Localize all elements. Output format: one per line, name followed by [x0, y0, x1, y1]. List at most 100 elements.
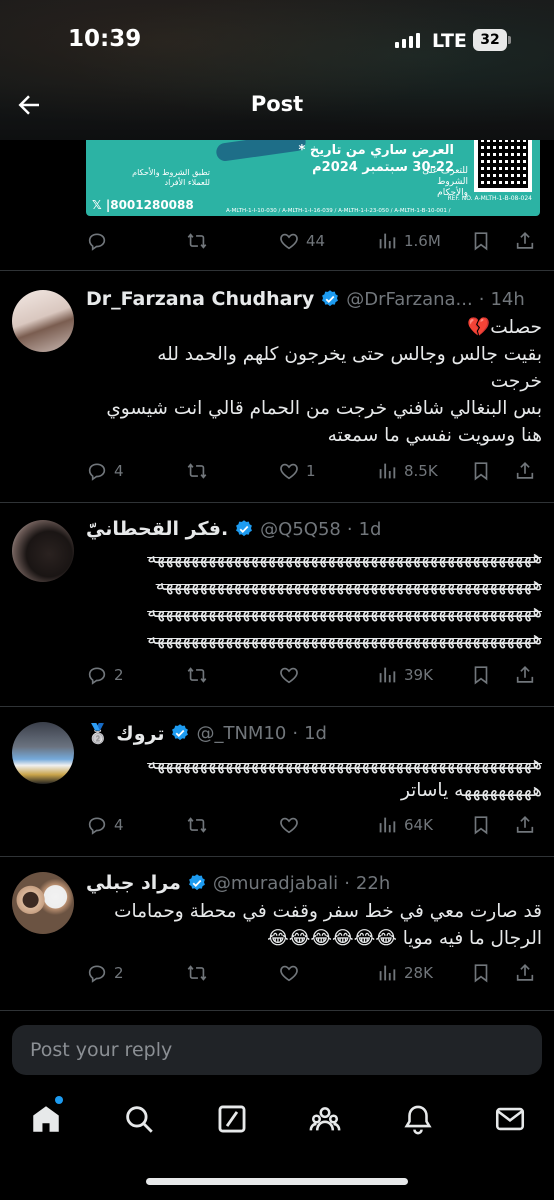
like-button[interactable]: 44	[278, 230, 325, 252]
tweet-time: 1d	[304, 722, 327, 744]
heart-icon	[280, 817, 298, 834]
share-button[interactable]	[514, 962, 536, 984]
heart-icon	[280, 667, 298, 684]
tweet-line: هههههههههههههههههههههههههههههههههههههههه…	[155, 574, 542, 595]
avatar[interactable]	[12, 872, 74, 934]
reply-button[interactable]	[86, 230, 114, 252]
reply-button[interactable]: 2	[86, 962, 124, 984]
verified-badge-icon	[172, 724, 189, 741]
author-handle: @_TNM10	[196, 722, 287, 744]
share-icon	[516, 462, 534, 479]
like-button[interactable]	[278, 962, 306, 984]
reply-count: 2	[114, 666, 124, 684]
bookmark-icon	[474, 816, 488, 835]
views-icon	[379, 463, 396, 479]
notifications-icon[interactable]	[401, 1102, 435, 1136]
status-time: 10:39	[68, 26, 142, 52]
signal-icon	[395, 32, 420, 48]
repost-icon	[187, 965, 207, 981]
author-handle: @muradjabali	[212, 872, 339, 894]
reply-icon	[88, 233, 106, 251]
avatar[interactable]	[12, 722, 74, 784]
tweet-line: خرجت	[490, 371, 542, 392]
tweet-time: 1d	[358, 518, 382, 540]
like-button[interactable]: 1	[278, 460, 316, 482]
views-button[interactable]: 1.6M	[376, 230, 441, 252]
repost-button[interactable]	[186, 460, 214, 482]
promo-reg-line: A-MLTH-1-I-10-030 / A-MLTH-1-I-16-039 / …	[226, 208, 451, 214]
tweet-line: هههههههههههههههههههههههههههههههههههههههه…	[147, 753, 542, 774]
tweet-text: هههههههههههههههههههههههههههههههههههههههه…	[86, 750, 542, 804]
network-label: LTE	[432, 30, 467, 52]
repost-button[interactable]	[186, 814, 214, 836]
reply-input[interactable]: Post your reply	[12, 1025, 542, 1075]
bookmark-button[interactable]	[470, 230, 492, 252]
author-name[interactable]: Dr_Farzana Chudhary	[86, 288, 314, 310]
tweet-author-row: مراد جبلي @muradjabali · 22h	[86, 872, 391, 894]
tweet-line: الرجال ما فيه مويا 😂😂😂😂😂😂	[267, 928, 542, 949]
home-indicator	[146, 1178, 408, 1185]
tweet-actions: 4 64K	[86, 810, 540, 840]
promo-image[interactable]: * العرض ساري من تاريخ 22-30 سبتمبر 2024م…	[86, 128, 540, 216]
views-button[interactable]: 28K	[376, 962, 433, 984]
reply-count: 4	[114, 462, 124, 480]
messages-icon[interactable]	[493, 1102, 527, 1136]
like-button[interactable]	[278, 814, 306, 836]
share-icon	[516, 232, 534, 249]
bookmark-button[interactable]	[470, 460, 492, 482]
repost-button[interactable]	[186, 962, 214, 984]
divider	[0, 706, 554, 707]
verified-badge-icon	[322, 290, 339, 307]
views-button[interactable]: 8.5K	[376, 460, 438, 482]
reply-button[interactable]: 4	[86, 460, 124, 482]
bookmark-button[interactable]	[470, 814, 492, 836]
home-notification-dot	[55, 1096, 63, 1104]
share-button[interactable]	[514, 230, 536, 252]
author-name[interactable]: مراد جبلي	[86, 872, 181, 894]
tweet-author-row: Dr_Farzana Chudhary @DrFarzana... · 14h	[86, 288, 525, 310]
communities-icon[interactable]	[308, 1102, 342, 1136]
grok-icon[interactable]	[215, 1102, 249, 1136]
promo-terms: تطبق الشروط والأحكام للعملاء الأفراد	[132, 168, 210, 187]
views-button[interactable]: 39K	[376, 664, 433, 686]
search-icon[interactable]	[122, 1102, 156, 1136]
avatar[interactable]	[12, 290, 74, 352]
tweet-line: بقيت جالس وجالس حتى يخرجون كلهم والحمد ل…	[157, 344, 542, 365]
verified-badge-icon	[236, 520, 253, 537]
bookmark-icon	[474, 666, 488, 685]
tweet-actions: 2 28K	[86, 958, 540, 988]
views-icon	[379, 233, 396, 249]
share-icon	[516, 666, 534, 683]
tweet-line: قد صارت معي في خط سفر وقفت في محطة وحمام…	[114, 901, 542, 922]
share-button[interactable]	[514, 814, 536, 836]
views-button[interactable]: 64K	[376, 814, 433, 836]
main-post-actions: 44 1.6M	[86, 226, 540, 256]
tweet-line: هههههههههههههههههههههههههههههههههههههههه…	[147, 547, 542, 568]
share-button[interactable]	[514, 460, 536, 482]
author-handle: @DrFarzana...	[346, 288, 473, 310]
tweet-author-row: فكر القحطانيّ. @Q5Q58 · 1d	[86, 518, 382, 540]
author-name[interactable]: 🥈 تروك	[86, 722, 164, 745]
repost-button[interactable]	[186, 664, 214, 686]
avatar[interactable]	[12, 520, 74, 582]
bookmark-button[interactable]	[470, 962, 492, 984]
views-count: 64K	[404, 816, 433, 834]
heart-icon	[280, 233, 298, 250]
author-handle: @Q5Q58	[260, 518, 341, 540]
reply-button[interactable]: 4	[86, 814, 124, 836]
promo-phone: 𝕏 |8001280088	[92, 198, 194, 212]
repost-button[interactable]	[186, 230, 214, 252]
reply-button[interactable]: 2	[86, 664, 124, 686]
bookmark-button[interactable]	[470, 664, 492, 686]
tweet-line: هههههههههه ياساتر	[400, 780, 542, 801]
bookmark-icon	[474, 964, 488, 983]
share-button[interactable]	[514, 664, 536, 686]
home-icon[interactable]	[29, 1102, 63, 1136]
like-button[interactable]	[278, 664, 306, 686]
tweet-time: 14h	[490, 288, 525, 310]
tweet-actions: 2 39K	[86, 660, 540, 690]
author-name[interactable]: فكر القحطانيّ.	[86, 518, 228, 540]
reply-icon	[88, 667, 106, 685]
views-count: 1.6M	[404, 232, 441, 250]
reply-icon	[88, 965, 106, 983]
